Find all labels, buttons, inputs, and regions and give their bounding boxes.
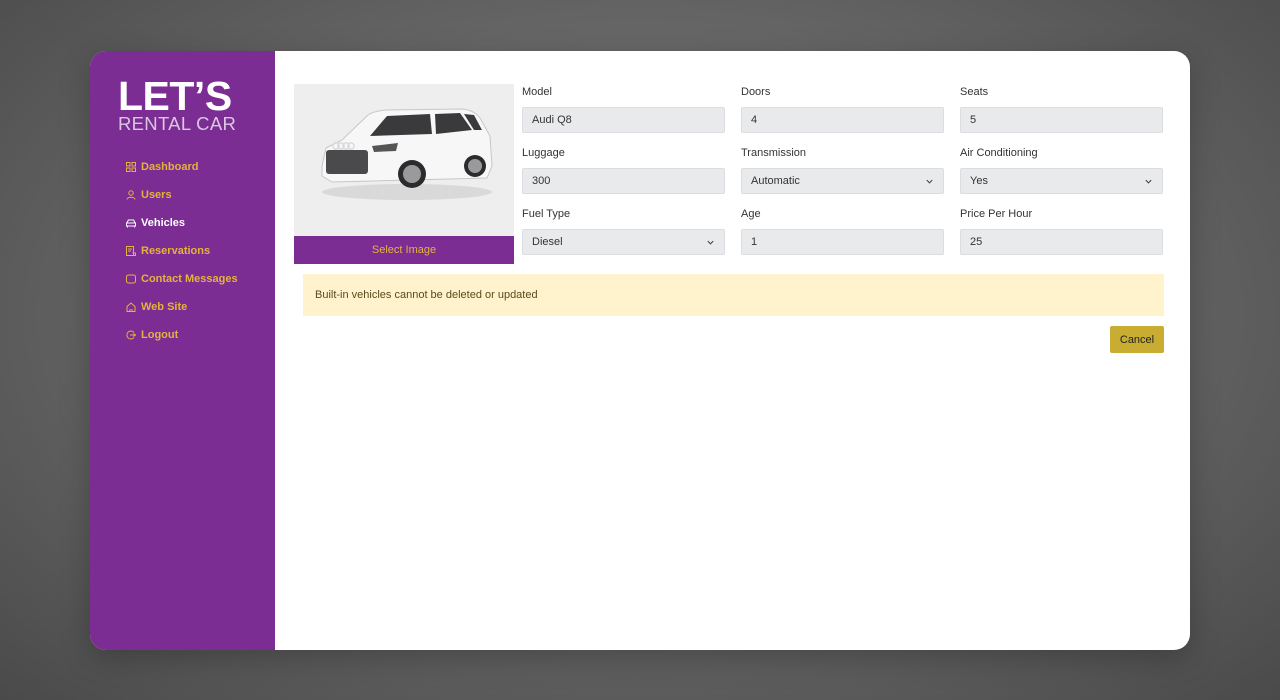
sidebar-item-contact-messages[interactable]: Contact Messages (126, 265, 275, 293)
alert-message: Built-in vehicles cannot be deleted or u… (315, 289, 538, 301)
fuel-type-label: Fuel Type (522, 208, 571, 220)
doors-input[interactable]: 4 (741, 107, 944, 133)
transmission-value: Automatic (751, 175, 800, 187)
fuel-type-field: Fuel Type Diesel (522, 208, 725, 255)
vehicle-image (321, 108, 493, 200)
sidebar-item-label: Web Site (141, 301, 188, 313)
logo[interactable]: LET’S RENTAL CAR (118, 73, 275, 134)
sidebar-item-label: Reservations (141, 245, 211, 257)
warning-alert: Built-in vehicles cannot be deleted or u… (303, 274, 1164, 316)
price-per-hour-value: 25 (970, 236, 983, 248)
logo-title: LET’S (118, 73, 232, 119)
air-conditioning-value: Yes (970, 175, 988, 187)
air-conditioning-field: Air Conditioning Yes (960, 147, 1163, 194)
chevron-down-icon (1145, 179, 1152, 184)
doors-field: Doors 4 (741, 86, 944, 133)
transmission-field: Transmission Automatic (741, 147, 944, 194)
transmission-select[interactable]: Automatic (741, 168, 944, 194)
car-icon (126, 218, 136, 228)
select-image-button[interactable]: Select Image (294, 236, 514, 264)
doors-label: Doors (741, 86, 771, 98)
model-input[interactable]: Audi Q8 (522, 107, 725, 133)
logout-icon (126, 330, 136, 340)
sidebar-item-label: Vehicles (141, 217, 186, 229)
age-field: Age 1 (741, 208, 944, 255)
sidebar-item-label: Contact Messages (141, 273, 238, 285)
price-per-hour-label: Price Per Hour (960, 208, 1033, 220)
sidebar-item-label: Users (141, 189, 172, 201)
price-per-hour-input[interactable]: 25 (960, 229, 1163, 255)
luggage-label: Luggage (522, 147, 565, 159)
cancel-button[interactable]: Cancel (1110, 326, 1164, 353)
price-per-hour-field: Price Per Hour 25 (960, 208, 1163, 255)
doors-value: 4 (751, 114, 758, 126)
age-value: 1 (751, 236, 758, 248)
sidebar-item-label: Logout (141, 329, 179, 341)
logo-subtitle: RENTAL CAR (118, 113, 237, 134)
model-value: Audi Q8 (532, 114, 572, 126)
sidebar-item-logout[interactable]: Logout (126, 321, 275, 349)
model-label: Model (522, 86, 552, 98)
vehicle-form: Model Audi Q8 Doors 4 Seats 5 Luggage 30… (522, 86, 1163, 255)
luggage-value: 300 (532, 175, 551, 187)
sidebar-item-reservations[interactable]: Reservations (126, 237, 275, 265)
seats-label: Seats (960, 86, 989, 98)
fuel-type-value: Diesel (532, 236, 563, 248)
reservation-icon (126, 246, 136, 256)
model-field: Model Audi Q8 (522, 86, 725, 133)
home-icon (126, 302, 136, 312)
sidebar-item-vehicles[interactable]: Vehicles (126, 209, 275, 237)
transmission-label: Transmission (741, 147, 806, 159)
chevron-down-icon (926, 179, 933, 184)
luggage-field: Luggage 300 (522, 147, 725, 194)
chevron-down-icon (707, 240, 714, 245)
air-conditioning-select[interactable]: Yes (960, 168, 1163, 194)
age-input[interactable]: 1 (741, 229, 944, 255)
app-window: LET’S RENTAL CAR Dashboard Users Vehicle… (90, 51, 1190, 650)
message-icon (126, 274, 136, 284)
air-conditioning-label: Air Conditioning (960, 147, 1038, 159)
sidebar-item-users[interactable]: Users (126, 181, 275, 209)
seats-input[interactable]: 5 (960, 107, 1163, 133)
sidebar-item-dashboard[interactable]: Dashboard (126, 153, 275, 181)
luggage-input[interactable]: 300 (522, 168, 725, 194)
seats-field: Seats 5 (960, 86, 1163, 133)
sidebar-item-label: Dashboard (141, 161, 199, 173)
dashboard-icon (126, 162, 136, 172)
sidebar-item-web-site[interactable]: Web Site (126, 293, 275, 321)
user-icon (126, 190, 136, 200)
seats-value: 5 (970, 114, 977, 126)
sidebar: LET’S RENTAL CAR Dashboard Users Vehicle… (90, 51, 275, 650)
sidebar-nav: Dashboard Users Vehicles Reservations Co… (118, 153, 275, 349)
vehicle-edit-panel: Select Image Model Audi Q8 Doors 4 Seats… (275, 51, 1190, 650)
fuel-type-select[interactable]: Diesel (522, 229, 725, 255)
age-label: Age (741, 208, 761, 220)
vehicle-image-panel: Select Image (294, 84, 514, 264)
